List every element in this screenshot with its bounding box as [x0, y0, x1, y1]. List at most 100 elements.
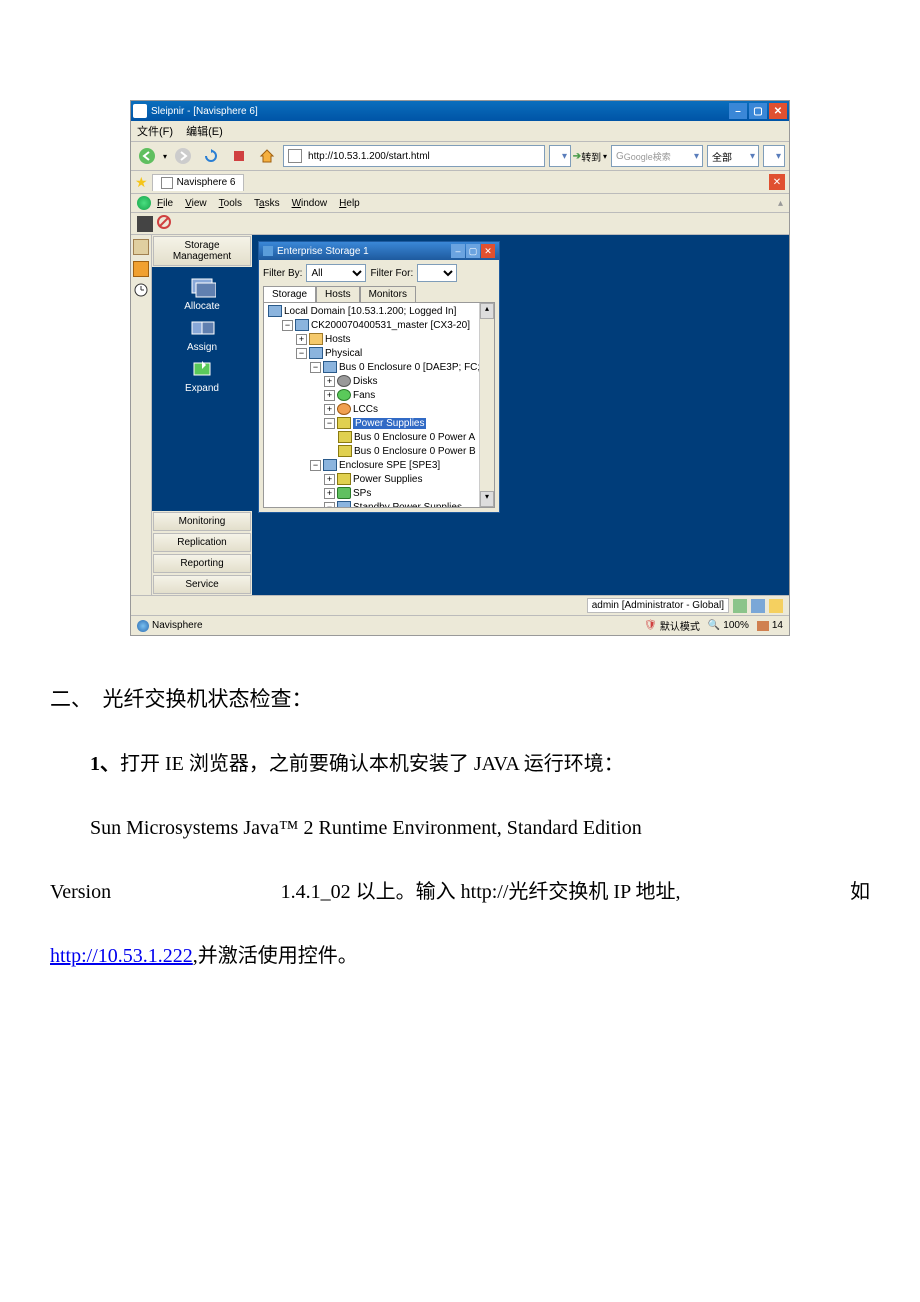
side-icon-tree[interactable] [133, 239, 149, 255]
status-icon-3[interactable] [769, 599, 783, 613]
scroll-up-button[interactable]: ▴ [480, 303, 494, 319]
expand-sps[interactable]: + [324, 488, 335, 499]
url-dropdown[interactable] [549, 145, 571, 167]
expand-array[interactable]: − [282, 320, 293, 331]
status-icon-2[interactable] [751, 599, 765, 613]
app-menu-view[interactable]: View [185, 198, 207, 209]
tree-psa[interactable]: Bus 0 Enclosure 0 Power A [354, 432, 475, 443]
tree-fans[interactable]: Fans [353, 390, 375, 401]
side-icon-clock[interactable] [134, 283, 148, 297]
taskbar-item[interactable]: Navisphere [137, 620, 203, 632]
app-icon [133, 104, 147, 118]
maximize-button[interactable]: ▢ [749, 103, 767, 119]
zoom-level[interactable]: 🔍 100% [708, 620, 749, 631]
refresh-button[interactable] [199, 144, 223, 168]
app-menu-window[interactable]: Window [292, 198, 328, 209]
back-button[interactable] [135, 144, 159, 168]
tree-disks[interactable]: Disks [353, 376, 377, 387]
extra-dropdown[interactable] [763, 145, 785, 167]
panel-storage-mgmt[interactable]: Storage Management [153, 236, 251, 266]
switch-ip-link[interactable]: http://10.53.1.222 [50, 945, 193, 967]
app-menu-tasks[interactable]: Tasks [254, 198, 280, 209]
side-icon-list[interactable] [133, 261, 149, 277]
document-body: 二、 光纤交换机状态检查： 1、打开 IE 浏览器，之前要确认本机安装了 JAV… [40, 676, 880, 978]
back-dropdown[interactable]: ▾ [163, 152, 167, 161]
tab-close-button[interactable]: ✕ [769, 174, 785, 190]
panel-service[interactable]: Service [153, 575, 251, 594]
tree-array[interactable]: CK200070400531_master [CX3-20] [311, 320, 470, 331]
app-menu-help[interactable]: Help [339, 198, 360, 209]
menu-edit[interactable]: 编辑(E) [186, 126, 223, 138]
tree-spe-ps[interactable]: Power Supplies [353, 474, 422, 485]
scope-select[interactable]: 全部 [707, 145, 759, 167]
favorites-icon[interactable]: ★ [135, 174, 148, 191]
browser-tab[interactable]: Navisphere 6 [152, 174, 245, 191]
scroll-up-icon[interactable]: ▴ [778, 198, 783, 209]
security-mode[interactable]: 🛡 默认模式 [644, 618, 700, 633]
search-box[interactable]: G Google検索 [611, 145, 703, 167]
sub-minimize-button[interactable]: – [451, 244, 465, 258]
panel-replication[interactable]: Replication [153, 533, 251, 552]
stop-button[interactable] [227, 144, 251, 168]
expand-hosts[interactable]: + [296, 334, 307, 345]
address-bar[interactable] [283, 145, 545, 167]
tree-scrollbar[interactable]: ▴ ▾ [479, 303, 494, 507]
tree-bus0[interactable]: Bus 0 Enclosure 0 [DAE3P; FC; 2Gbps] [339, 362, 495, 373]
url-input[interactable] [306, 150, 540, 163]
forward-button[interactable] [171, 144, 195, 168]
expand-lccs[interactable]: + [324, 404, 335, 415]
expand-spe[interactable]: − [310, 460, 321, 471]
tab-storage[interactable]: Storage [263, 286, 316, 302]
tab-monitors[interactable]: Monitors [360, 286, 416, 302]
task-allocate[interactable]: Allocate [184, 275, 220, 312]
close-button[interactable]: ✕ [769, 103, 787, 119]
app-menu-file[interactable]: File [157, 198, 173, 209]
expand-standby[interactable]: − [324, 502, 335, 508]
content-area: Enterprise Storage 1 – ▢ ✕ Filter By: Al… [252, 235, 789, 595]
expand-ps[interactable]: − [324, 418, 335, 429]
filter-by-select[interactable]: All [306, 264, 366, 282]
filter-for-select[interactable] [417, 264, 457, 282]
assign-icon [188, 316, 216, 340]
minimize-button[interactable]: – [729, 103, 747, 119]
panel-monitoring[interactable]: Monitoring [153, 512, 251, 531]
scroll-down-button[interactable]: ▾ [480, 491, 494, 507]
tree-lccs[interactable]: LCCs [353, 404, 378, 415]
tree-root[interactable]: Local Domain [10.53.1.200; Logged In] [284, 306, 456, 317]
subwindow-titlebar[interactable]: Enterprise Storage 1 – ▢ ✕ [259, 242, 499, 260]
tree-standby[interactable]: Standby Power Supplies [353, 502, 462, 508]
expand-disks[interactable]: + [324, 376, 335, 387]
app-tool-icon-2[interactable] [157, 215, 171, 232]
user-status-text: admin [Administrator - Global] [587, 598, 729, 613]
go-button[interactable]: ➔ 转到 [575, 144, 599, 168]
home-button[interactable] [255, 144, 279, 168]
browser-statusbar: Navisphere 🛡 默认模式 🔍 100% 14 [131, 615, 789, 635]
standby-icon [337, 501, 351, 508]
task-assign[interactable]: Assign [187, 316, 217, 353]
app-tool-icon-1[interactable] [137, 216, 153, 232]
subwindow-title: Enterprise Storage 1 [277, 246, 451, 257]
status-icon-1[interactable] [733, 599, 747, 613]
panel-reporting[interactable]: Reporting [153, 554, 251, 573]
sub-maximize-button[interactable]: ▢ [466, 244, 480, 258]
tab-hosts[interactable]: Hosts [316, 286, 360, 302]
expand-physical[interactable]: − [296, 348, 307, 359]
tree-sps[interactable]: SPs [353, 488, 371, 499]
task-panel: Storage Management Allocate Assign Expan… [152, 235, 252, 595]
tree-hosts[interactable]: Hosts [325, 334, 351, 345]
storage-tree[interactable]: Local Domain [10.53.1.200; Logged In] − C… [263, 302, 495, 508]
array-icon [295, 319, 309, 331]
menu-file[interactable]: 文件(F) [137, 126, 173, 138]
expand-spe-ps[interactable]: + [324, 474, 335, 485]
expand-fans[interactable]: + [324, 390, 335, 401]
tree-spe[interactable]: Enclosure SPE [SPE3] [339, 460, 440, 471]
app-menu-tools[interactable]: Tools [219, 198, 242, 209]
expand-bus0[interactable]: − [310, 362, 321, 373]
tree-physical[interactable]: Physical [325, 348, 362, 359]
sub-close-button[interactable]: ✕ [481, 244, 495, 258]
tree-power-supplies[interactable]: Power Supplies [353, 418, 426, 429]
tree-psb[interactable]: Bus 0 Enclosure 0 Power B [354, 446, 476, 457]
task-expand[interactable]: Expand [185, 357, 219, 394]
go-dropdown[interactable]: ▾ [603, 152, 607, 161]
tab-page-icon [161, 177, 173, 189]
